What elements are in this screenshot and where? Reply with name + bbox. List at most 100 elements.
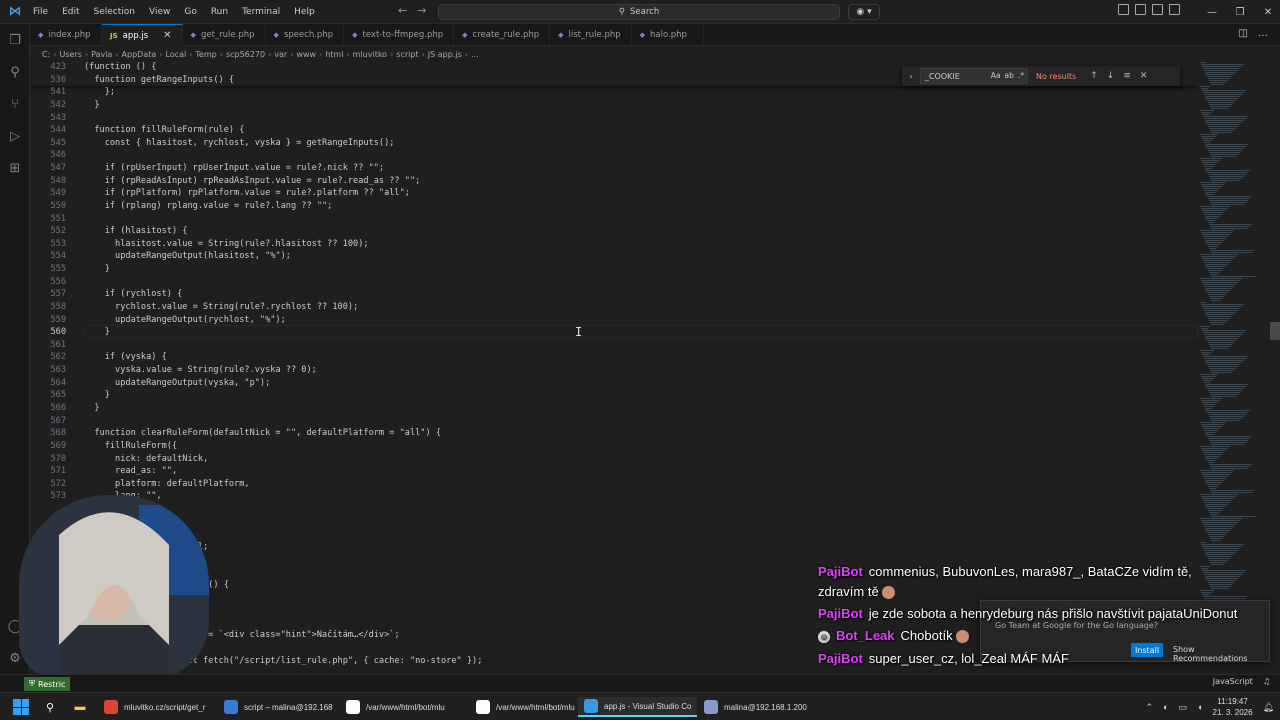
- taskbar-app[interactable]: app.js - Visual Studio Co: [578, 697, 698, 717]
- match-case-icon[interactable]: Aa: [991, 71, 1001, 80]
- find-input[interactable]: _COOKIE Aa ab .*: [920, 68, 1028, 84]
- toggle-secondary-sidebar-icon[interactable]: [1152, 4, 1163, 15]
- tab-index-php[interactable]: ◆ index.php: [30, 24, 102, 46]
- bell-icon[interactable]: ♫: [1263, 677, 1270, 686]
- code-text: if (rpReadAsInput) rpReadAsInput.value =…: [84, 175, 421, 186]
- toggle-replace-icon[interactable]: ›: [902, 72, 920, 81]
- line-number: 545: [50, 137, 66, 148]
- code-line: 570 nick: defaultNick,: [30, 453, 1198, 466]
- menu-edit[interactable]: Edit: [55, 0, 86, 24]
- clock[interactable]: 11:19:47 21. 3. 2026: [1213, 696, 1253, 718]
- code-line: 544 function fillRuleForm(rule) {: [30, 124, 1198, 137]
- tab-text-to-ffmpeg-php[interactable]: ◆ text-to-ffmpeg.php: [344, 24, 455, 46]
- breadcrumb-item[interactable]: mluvitko: [353, 50, 387, 59]
- extensions-icon[interactable]: ⊞: [7, 160, 23, 176]
- tab-app-js[interactable]: JS app.js ✕: [102, 24, 183, 46]
- close-tab-icon[interactable]: ✕: [163, 30, 171, 41]
- taskbar-app[interactable]: /var/www/html/bot/mlu: [470, 697, 581, 717]
- menu-run[interactable]: Run: [204, 0, 235, 24]
- minimap-line: [1205, 432, 1216, 433]
- language-mode[interactable]: JavaScript: [1213, 677, 1253, 686]
- taskbar-app[interactable]: script – malina@192.168: [218, 697, 339, 717]
- close-window-icon[interactable]: ✕: [1254, 0, 1280, 24]
- previous-match-icon[interactable]: ↑: [1090, 71, 1098, 81]
- find-in-selection-icon[interactable]: ≡: [1123, 71, 1131, 81]
- minimap-line: [1203, 356, 1248, 357]
- minimap-line: [1202, 306, 1242, 307]
- toggle-sidebar-icon[interactable]: [1118, 4, 1129, 15]
- minimap[interactable]: [1198, 60, 1268, 692]
- tab-halo-php[interactable]: ◆ halo.php: [632, 24, 704, 46]
- minimap-line: [1205, 264, 1228, 265]
- split-editor-icon[interactable]: ◫: [1239, 28, 1248, 39]
- breadcrumb-item[interactable]: Users: [59, 50, 81, 59]
- windows-start-icon[interactable]: [13, 699, 29, 715]
- line-number: 555: [50, 264, 66, 275]
- taskbar-app[interactable]: mluvitko.cz/script/get_r: [98, 697, 211, 717]
- restricted-mode-badge[interactable]: ⛨ Restric: [24, 677, 71, 691]
- code-text: updateRangeOutput(hlasitost, "%");: [84, 251, 291, 262]
- taskbar-search-icon[interactable]: ⚲: [42, 699, 58, 715]
- taskbar-app[interactable]: /var/www/html/bot/mlu: [340, 697, 451, 717]
- menu-terminal[interactable]: Terminal: [235, 0, 287, 24]
- back-arrow-icon[interactable]: ←: [398, 4, 407, 17]
- system-tray: ⌃ ◐ ▭ ◖ 11:19:47 21. 3. 2026 🔔︎: [1146, 696, 1274, 718]
- breadcrumb-item[interactable]: Pavla: [91, 50, 112, 59]
- speaker-icon[interactable]: ◖: [1197, 702, 1202, 712]
- minimap-line: [1204, 94, 1242, 95]
- install-button[interactable]: Install: [1131, 643, 1163, 657]
- customize-layout-icon[interactable]: [1169, 4, 1180, 15]
- tab-create_rule-php[interactable]: ◆ create_rule.php: [454, 24, 551, 46]
- breadcrumb-item[interactable]: C:: [42, 50, 50, 59]
- menu-go[interactable]: Go: [177, 0, 203, 24]
- explorer-icon[interactable]: ❐: [7, 32, 23, 48]
- scrollbar-thumb[interactable]: [1270, 322, 1280, 340]
- source-control-icon[interactable]: ⑂: [7, 96, 23, 112]
- file-explorer-icon[interactable]: ▬: [72, 699, 88, 715]
- regex-icon[interactable]: .*: [1018, 71, 1024, 80]
- close-find-icon[interactable]: ✕: [1140, 71, 1148, 81]
- breadcrumb-item[interactable]: Local: [165, 50, 186, 59]
- minimap-line: [1200, 230, 1234, 231]
- menu-selection[interactable]: Selection: [87, 0, 142, 24]
- next-match-icon[interactable]: ↓: [1107, 71, 1115, 81]
- copilot-button[interactable]: ◉ ▾: [848, 4, 880, 20]
- match-word-icon[interactable]: ab: [1005, 71, 1014, 80]
- breadcrumb-item[interactable]: script: [396, 50, 418, 59]
- minimap-line: [1210, 106, 1230, 107]
- menu-view[interactable]: View: [142, 0, 177, 24]
- command-search[interactable]: ⚲ Search: [438, 4, 840, 20]
- breadcrumb-item[interactable]: scp56270: [226, 50, 265, 59]
- tray-app-icon[interactable]: ◐: [1163, 702, 1168, 712]
- more-actions-icon[interactable]: …: [1258, 28, 1268, 39]
- taskbar-app[interactable]: malina@192.168.1.200: [698, 697, 813, 717]
- notification-bell-icon[interactable]: 🔔︎: [1263, 702, 1274, 713]
- menu-help[interactable]: Help: [287, 0, 322, 24]
- breadcrumb-item[interactable]: JS app.js: [428, 50, 462, 59]
- code-line: 560 }: [30, 326, 1198, 339]
- toggle-panel-icon[interactable]: [1135, 4, 1146, 15]
- breadcrumb-item[interactable]: www: [296, 50, 316, 59]
- tray-chevron-icon[interactable]: ⌃: [1146, 702, 1154, 713]
- tab-list_rule-php[interactable]: ◆ list_rule.php: [550, 24, 632, 46]
- breadcrumb-item[interactable]: var: [274, 50, 287, 59]
- restore-icon[interactable]: ❐: [1226, 0, 1254, 24]
- breadcrumb-item[interactable]: Temp: [195, 50, 216, 59]
- search-icon[interactable]: ⚲: [7, 64, 23, 80]
- show-recommendations-button[interactable]: Show Recommendations: [1173, 645, 1269, 663]
- forward-arrow-icon[interactable]: →: [417, 4, 426, 17]
- minimap-line: [1210, 418, 1242, 419]
- network-icon[interactable]: ▭: [1179, 702, 1188, 713]
- minimap-line: [1200, 62, 1206, 63]
- minimap-line: [1201, 472, 1232, 473]
- minimap-line: [1205, 144, 1248, 145]
- breadcrumb-item[interactable]: ...: [471, 50, 479, 59]
- minimap-line: [1209, 224, 1252, 225]
- tab-speech-php[interactable]: ◆ speech.php: [266, 24, 345, 46]
- breadcrumb-item[interactable]: AppData: [122, 50, 157, 59]
- breadcrumb-item[interactable]: html: [325, 50, 343, 59]
- minimize-icon[interactable]: —: [1198, 0, 1226, 24]
- run-debug-icon[interactable]: ▷: [7, 128, 23, 144]
- tab-get_rule-php[interactable]: ◆ get_rule.php: [183, 24, 266, 46]
- menu-file[interactable]: File: [26, 0, 55, 24]
